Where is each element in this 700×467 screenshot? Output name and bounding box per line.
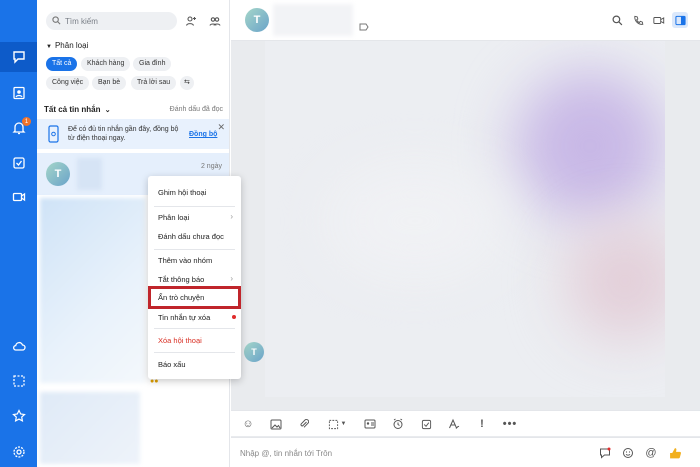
cloud-icon[interactable] xyxy=(0,331,37,361)
chevron-right-icon: › xyxy=(230,274,233,283)
quick-message-icon[interactable] xyxy=(597,445,613,461)
menu-pin-conversation[interactable]: Ghim hội thoại xyxy=(158,188,206,197)
redacted-chat-content xyxy=(265,41,665,397)
message-input-placeholder: Nhập @, tin nhắn tới Trôn xyxy=(240,449,333,458)
search-icon[interactable] xyxy=(609,12,625,28)
redacted-conversation-preview xyxy=(40,198,145,383)
phone-icon xyxy=(48,125,59,145)
attachment-icon[interactable] xyxy=(296,416,312,432)
video-call-icon[interactable] xyxy=(651,12,667,28)
menu-divider xyxy=(154,328,235,329)
chat-header: T xyxy=(231,0,700,41)
bell-icon[interactable]: 1 xyxy=(0,113,37,143)
priority-icon[interactable]: ! xyxy=(474,416,490,432)
chat-icon[interactable] xyxy=(0,42,37,72)
sync-link[interactable]: Đồng bộ xyxy=(189,131,217,138)
chevron-right-icon: › xyxy=(230,212,233,221)
search-icon xyxy=(52,15,61,27)
screenshot-capture-icon[interactable]: ▼ xyxy=(324,416,350,432)
chip-all[interactable]: Tất cả xyxy=(46,57,78,71)
sync-banner-text: Để có đủ tin nhắn gần đây, đồng bộ từ đi… xyxy=(68,126,179,142)
emoji-icon[interactable] xyxy=(620,445,636,461)
chat-area: T T ☺ ▼ ! ••• Nhập @, tin nhắn tới Trôn … xyxy=(231,0,700,467)
thumbs-up-icon[interactable] xyxy=(667,445,683,461)
reminder-icon[interactable] xyxy=(390,416,406,432)
menu-divider xyxy=(154,352,235,353)
caret-down-icon: ▼ xyxy=(46,44,52,50)
chip-friends[interactable]: Bạn bè xyxy=(92,76,127,90)
message-avatar[interactable]: T xyxy=(244,342,264,362)
category-section-title[interactable]: ▼ Phân loại xyxy=(46,41,88,50)
task-icon[interactable] xyxy=(418,416,434,432)
screenshot-icon[interactable] xyxy=(0,366,37,396)
chip-family[interactable]: Gia đình xyxy=(133,57,172,71)
avatar: T xyxy=(46,162,70,186)
create-group-icon[interactable] xyxy=(207,13,223,29)
chip-work[interactable]: Công việc xyxy=(46,76,90,90)
menu-mark-unread[interactable]: Đánh dấu chưa đọc xyxy=(158,232,224,241)
menu-classify[interactable]: Phân loại xyxy=(158,213,189,222)
search-placeholder: Tìm kiếm xyxy=(65,16,98,26)
chat-avatar[interactable]: T xyxy=(245,8,269,32)
search-input[interactable]: Tìm kiếm xyxy=(46,12,177,30)
close-icon[interactable]: ✕ xyxy=(217,122,225,133)
chip-customers[interactable]: Khách hàng xyxy=(81,57,131,71)
message-input[interactable]: Nhập @, tin nhắn tới Trôn @ xyxy=(231,437,700,467)
redacted-name xyxy=(77,158,102,190)
menu-mute-notifications[interactable]: Tắt thông báo xyxy=(158,275,204,284)
filter-settings-icon[interactable]: ⇆ xyxy=(180,76,194,90)
text-format-icon[interactable] xyxy=(446,416,462,432)
message-filter-label: Tất cả tin nhắn xyxy=(44,105,101,114)
tag-icon[interactable] xyxy=(359,23,369,33)
settings-icon[interactable] xyxy=(0,437,37,467)
notification-badge: 1 xyxy=(22,117,31,126)
menu-divider xyxy=(154,249,235,250)
menu-report[interactable]: Báo xấu xyxy=(158,360,186,369)
sidebar-toggle-icon[interactable] xyxy=(672,12,688,28)
context-menu: Ghim hội thoại Phân loại › Đánh dấu chưa… xyxy=(148,176,241,379)
phone-call-icon[interactable] xyxy=(630,12,646,28)
message-filter-dropdown[interactable]: Tất cả tin nhắn ⌄ xyxy=(44,105,111,114)
chip-reply-later[interactable]: Trả lời sau xyxy=(131,76,177,90)
todo-icon[interactable] xyxy=(0,148,37,178)
contacts-icon[interactable] xyxy=(0,78,37,108)
new-feature-dot xyxy=(232,315,236,319)
conversation-time: 2 ngày xyxy=(200,163,222,170)
redacted-conversation-preview-2 xyxy=(40,392,140,464)
category-title-text: Phân loại xyxy=(54,41,89,50)
nav-rail: 1 xyxy=(0,0,37,467)
menu-divider xyxy=(154,206,235,207)
contact-card-icon[interactable] xyxy=(362,416,378,432)
menu-delete-conversation[interactable]: Xóa hội thoại xyxy=(158,336,202,345)
image-icon[interactable] xyxy=(268,416,284,432)
more-options-icon[interactable]: ••• xyxy=(502,416,518,432)
redacted-chat-name xyxy=(273,4,353,36)
mention-icon[interactable]: @ xyxy=(643,445,659,461)
menu-self-destruct-messages[interactable]: Tin nhắn tự xóa xyxy=(158,313,210,322)
mark-all-read-link[interactable]: Đánh dấu đã đọc xyxy=(170,106,223,113)
sticker-icon[interactable]: ☺ xyxy=(240,416,256,432)
video-icon[interactable] xyxy=(0,182,37,212)
composer-toolbar: ☺ ▼ ! ••• xyxy=(231,410,700,436)
chevron-down-icon: ⌄ xyxy=(104,107,111,114)
star-icon[interactable] xyxy=(0,401,37,431)
menu-add-to-group[interactable]: Thêm vào nhóm xyxy=(158,256,212,265)
emoji-preview: ●● xyxy=(150,378,159,385)
add-friend-icon[interactable] xyxy=(183,13,199,29)
menu-hide-conversation[interactable]: Ẩn trò chuyện xyxy=(158,293,204,302)
